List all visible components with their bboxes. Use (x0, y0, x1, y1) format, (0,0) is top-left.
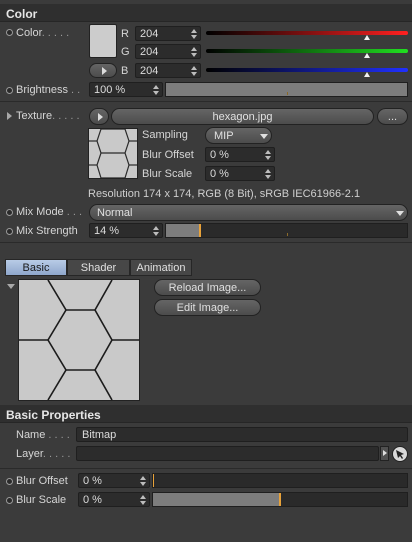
sampling-dropdown[interactable]: MIP (205, 127, 272, 144)
spinner-arrows-icon[interactable] (140, 476, 146, 486)
red-channel-slider[interactable] (206, 31, 408, 35)
texture-label: Texture. . . . . (16, 110, 80, 122)
blur-offset-slider[interactable] (152, 473, 408, 488)
blur-scale-keyframe-dot[interactable] (6, 497, 13, 504)
red-channel-input[interactable]: 204 (135, 26, 201, 41)
layer-input[interactable] (76, 446, 379, 461)
mix-strength-slider-fill (166, 224, 200, 237)
color-swatch[interactable] (89, 24, 117, 58)
texture-thumbnail (88, 128, 138, 179)
blur-offset-label: Blur Offset (16, 475, 68, 487)
spinner-arrows-icon[interactable] (265, 150, 271, 160)
slider-marker-icon[interactable] (364, 53, 370, 58)
blue-channel-input[interactable]: 204 (135, 63, 201, 78)
texture-blur-offset-label: Blur Offset (142, 149, 194, 161)
reload-image-button[interactable]: Reload Image... (154, 279, 261, 296)
mix-strength-keyframe-dot[interactable] (6, 228, 13, 235)
spinner-arrows-icon[interactable] (191, 47, 197, 57)
spinner-arrows-icon[interactable] (153, 85, 159, 95)
edit-image-button[interactable]: Edit Image... (154, 299, 261, 316)
texture-blur-scale-label: Blur Scale (142, 168, 193, 180)
spinner-arrows-icon[interactable] (265, 169, 271, 179)
arrow-right-icon (383, 450, 387, 456)
blue-channel-slider[interactable] (206, 68, 408, 72)
chevron-down-icon (396, 211, 404, 216)
cursor-arrow-icon (396, 450, 404, 459)
color-section-header[interactable]: Color (0, 4, 412, 22)
brightness-slider[interactable] (165, 82, 408, 97)
hexagon-pattern-icon (89, 128, 137, 179)
blur-scale-label: Blur Scale (16, 494, 67, 506)
layer-label: Layer. . . . . (16, 448, 71, 460)
texture-filename-button[interactable]: hexagon.jpg (111, 108, 374, 125)
slider-marker-icon[interactable] (364, 72, 370, 77)
name-input[interactable]: Bitmap (76, 427, 408, 442)
brightness-input[interactable]: 100 % (89, 82, 163, 97)
slider-marker-icon[interactable] (364, 35, 370, 40)
color-picker-toggle-button[interactable] (89, 63, 117, 78)
blur-scale-slider-knob[interactable] (279, 493, 281, 506)
texture-blur-scale-input[interactable]: 0 % (205, 166, 275, 181)
slider-midpoint-tick (287, 233, 288, 236)
mix-strength-slider[interactable] (165, 223, 408, 238)
blur-offset-slider-knob[interactable] (153, 474, 154, 487)
blur-scale-input[interactable]: 0 % (78, 492, 150, 507)
brightness-keyframe-dot[interactable] (6, 87, 13, 94)
mix-strength-input[interactable]: 14 % (89, 223, 163, 238)
mix-mode-dropdown[interactable]: Normal (89, 204, 408, 221)
hexagon-preview-icon (19, 279, 139, 401)
arrow-right-icon (102, 67, 107, 75)
arrow-right-icon (98, 113, 103, 121)
blur-scale-slider-fill (153, 493, 280, 506)
texture-expand-arrow-icon[interactable] (7, 112, 12, 120)
green-channel-slider[interactable] (206, 49, 408, 53)
mix-mode-label: Mix Mode . . . (16, 206, 83, 218)
tab-basic[interactable]: Basic (5, 259, 67, 276)
color-keyframe-dot[interactable] (6, 29, 13, 36)
texture-more-button[interactable]: ... (377, 108, 408, 125)
mix-strength-label: Mix Strength (16, 225, 78, 237)
spinner-arrows-icon[interactable] (191, 66, 197, 76)
panel-footer-area (0, 510, 412, 542)
chevron-down-icon (260, 134, 268, 139)
blur-scale-slider[interactable] (152, 492, 408, 507)
red-channel-label: R (121, 28, 129, 40)
green-channel-input[interactable]: 204 (135, 44, 201, 59)
blur-offset-keyframe-dot[interactable] (6, 478, 13, 485)
basic-properties-header[interactable]: Basic Properties (0, 405, 412, 423)
tab-shader[interactable]: Shader (67, 259, 130, 276)
texture-blur-offset-input[interactable]: 0 % (205, 147, 275, 162)
texture-load-button[interactable] (89, 108, 109, 125)
spinner-arrows-icon[interactable] (191, 29, 197, 39)
spinner-arrows-icon[interactable] (140, 495, 146, 505)
blur-offset-input[interactable]: 0 % (78, 473, 150, 488)
mix-mode-keyframe-dot[interactable] (6, 209, 13, 216)
preview-collapse-arrow-icon[interactable] (7, 284, 15, 289)
green-channel-label: G (121, 46, 130, 58)
resolution-info-text: Resolution 174 x 174, RGB (8 Bit), sRGB … (88, 188, 361, 200)
color-label: Color. . . . . (16, 27, 70, 39)
sampling-label: Sampling (142, 129, 188, 141)
spinner-arrows-icon[interactable] (153, 226, 159, 236)
mix-strength-slider-knob[interactable] (198, 224, 201, 237)
pick-object-button[interactable] (392, 446, 408, 462)
blue-channel-label: B (121, 65, 129, 77)
name-label: Name . . . . (16, 429, 70, 441)
texture-preview-image (18, 279, 140, 401)
layer-menu-button[interactable] (380, 446, 389, 461)
slider-midpoint-tick (287, 92, 288, 95)
brightness-label: Brightness . . (16, 84, 81, 96)
tab-animation[interactable]: Animation (130, 259, 192, 276)
